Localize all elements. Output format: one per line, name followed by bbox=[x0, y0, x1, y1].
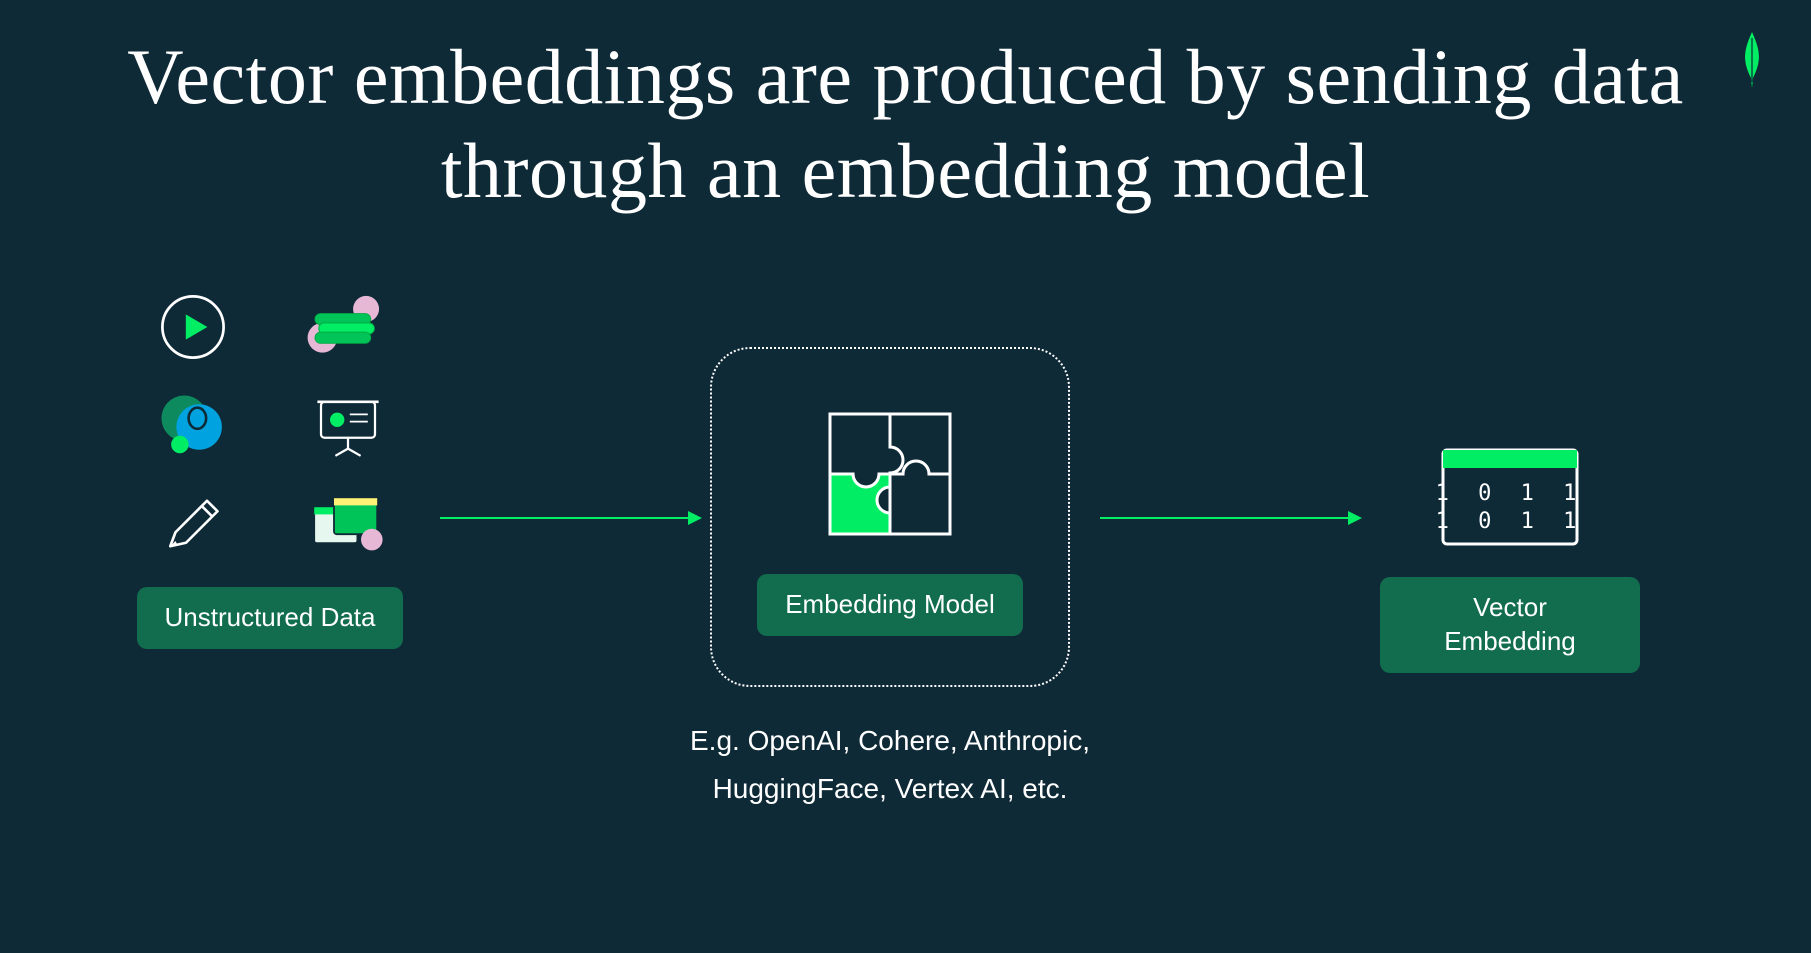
diagram-container: Unstructured Data Embedding Model 1 0 1 … bbox=[0, 287, 1811, 767]
svg-text:1 0 1 1: 1 0 1 1 bbox=[1436, 509, 1585, 534]
vector-embedding-label: Vector Embedding bbox=[1380, 577, 1640, 673]
embedding-model-block: Embedding Model bbox=[710, 347, 1070, 687]
puzzle-icon bbox=[815, 399, 965, 549]
vector-embedding-block: 1 0 1 1 1 0 1 1 Vector Embedding bbox=[1380, 442, 1640, 673]
presentation-icon bbox=[303, 387, 393, 467]
pencil-icon bbox=[148, 487, 238, 567]
examples-line2: HuggingFace, Vertex AI, etc. bbox=[620, 765, 1160, 813]
page-title: Vector embeddings are produced by sendin… bbox=[0, 0, 1811, 217]
chat-icon bbox=[148, 387, 238, 467]
unstructured-data-label: Unstructured Data bbox=[137, 587, 404, 649]
play-icon bbox=[148, 287, 238, 367]
examples-line1: E.g. OpenAI, Cohere, Anthropic, bbox=[620, 717, 1160, 765]
binary-matrix-icon: 1 0 1 1 1 0 1 1 bbox=[1435, 442, 1585, 552]
dotted-container: Embedding Model bbox=[710, 347, 1070, 687]
money-icon bbox=[303, 287, 393, 367]
screens-icon bbox=[303, 487, 393, 567]
data-icons-grid bbox=[125, 287, 415, 567]
arrow-to-model bbox=[440, 517, 690, 519]
model-examples-text: E.g. OpenAI, Cohere, Anthropic, HuggingF… bbox=[620, 717, 1160, 812]
svg-text:1 0 1 1: 1 0 1 1 bbox=[1436, 481, 1585, 506]
embedding-model-label: Embedding Model bbox=[757, 574, 1023, 636]
unstructured-data-block: Unstructured Data bbox=[125, 287, 415, 649]
arrow-to-vector bbox=[1100, 517, 1350, 519]
leaf-icon bbox=[1738, 30, 1766, 90]
